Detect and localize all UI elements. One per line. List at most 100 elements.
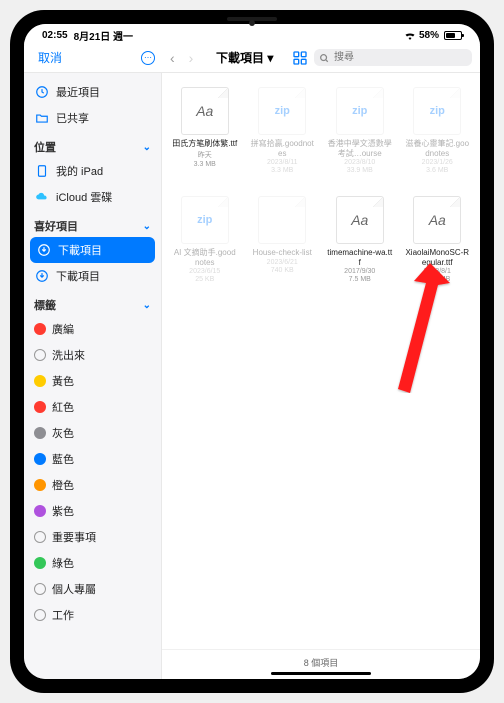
file-size: 25 KB — [195, 276, 214, 283]
file-date: 2023/6/21 — [267, 259, 298, 266]
tag-label: 橙色 — [52, 477, 74, 493]
sidebar[interactable]: 最近項目 已共享 位置 ⌄ 我的 iPad — [24, 73, 162, 679]
tag-dot-icon — [34, 479, 46, 491]
file-item[interactable]: zip拼寫拾贏.goodnotes2023/8/113.3 MB — [246, 87, 320, 192]
grid-view-icon[interactable] — [292, 50, 308, 66]
sidebar-item-shared[interactable]: 已共享 — [24, 105, 161, 131]
file-name: 拼寫拾贏.goodnotes — [249, 139, 315, 158]
ipad-icon — [34, 163, 50, 179]
file-date: 2017/9/30 — [344, 268, 375, 275]
tag-label: 藍色 — [52, 451, 74, 467]
sidebar-tag-item[interactable]: 個人專屬 — [24, 576, 161, 602]
file-name: XiaolaiMonoSC-Regular.ttf — [404, 248, 470, 267]
sidebar-item-recent[interactable]: 最近項目 — [24, 79, 161, 105]
sidebar-tag-item[interactable]: 灰色 — [24, 420, 161, 446]
sidebar-tag-item[interactable]: 橙色 — [24, 472, 161, 498]
tag-label: 洗出來 — [52, 347, 85, 363]
tag-label: 紫色 — [52, 503, 74, 519]
file-name: AI 文摘助手.goodnotes — [172, 248, 238, 267]
file-item[interactable]: 田氏方笔刷体繁.ttf昨天3.3 MB — [168, 87, 242, 192]
sidebar-item-downloads-active[interactable]: 下載項目 — [30, 237, 155, 263]
sidebar-item-label: 已共享 — [56, 110, 89, 126]
file-size: 740 KB — [271, 267, 294, 274]
sidebar-item-label: 下載項目 — [56, 268, 100, 284]
sidebar-tag-item[interactable]: 廣編 — [24, 316, 161, 342]
status-time: 02:55 — [42, 30, 68, 41]
sidebar-tag-item[interactable]: 紅色 — [24, 394, 161, 420]
tag-dot-icon — [34, 323, 46, 335]
tag-label: 綠色 — [52, 555, 74, 571]
font-file-icon — [336, 196, 384, 244]
tag-dot-icon — [34, 349, 46, 361]
sidebar-item-icloud[interactable]: iCloud 雲碟 — [24, 184, 161, 210]
tag-label: 灰色 — [52, 425, 74, 441]
chevron-down-icon: ⌄ — [143, 142, 151, 153]
file-date: 2023/8/1 — [424, 268, 451, 275]
tag-label: 重要事項 — [52, 529, 96, 545]
clock-icon — [34, 84, 50, 100]
sidebar-tag-item[interactable]: 洗出來 — [24, 342, 161, 368]
tag-dot-icon — [34, 583, 46, 595]
file-date: 2023/8/11 — [267, 159, 298, 166]
font-file-icon — [413, 196, 461, 244]
tag-dot-icon — [34, 401, 46, 413]
battery-percent: 58% — [419, 30, 439, 41]
sidebar-tag-item[interactable]: 黃色 — [24, 368, 161, 394]
download-icon — [34, 268, 50, 284]
tag-dot-icon — [34, 453, 46, 465]
sidebar-tag-item[interactable]: 藍色 — [24, 446, 161, 472]
files-app: 取消 ⋯ ‹ › 下載項目 ▾ 最近項目 — [24, 45, 480, 679]
status-bar: 02:55 8月21日 週一 58% — [24, 24, 480, 45]
sidebar-tag-item[interactable]: 工作 — [24, 602, 161, 628]
tag-label: 個人專屬 — [52, 581, 96, 597]
sidebar-tag-item[interactable]: 綠色 — [24, 550, 161, 576]
file-name: 滋養心靈筆記.goodnotes — [404, 139, 470, 158]
tag-label: 工作 — [52, 607, 74, 623]
page-title[interactable]: 下載項目 ▾ — [203, 49, 286, 66]
more-button[interactable]: ⋯ — [140, 50, 156, 66]
file-item[interactable]: zip香港中學文憑數學考試…ourse2023/8/1033.9 MB — [323, 87, 397, 192]
tag-label: 廣編 — [52, 321, 74, 337]
camera-dot — [249, 20, 255, 26]
sidebar-item-ipad[interactable]: 我的 iPad — [24, 158, 161, 184]
file-item[interactable]: timemachine-wa.ttf2017/9/307.5 MB — [323, 196, 397, 301]
file-size: 3.6 MB — [426, 167, 448, 174]
folder-shared-icon — [34, 110, 50, 126]
file-item[interactable]: zip滋養心靈筆記.goodnotes2023/1/263.6 MB — [401, 87, 475, 192]
content-area: 最近項目 已共享 位置 ⌄ 我的 iPad — [24, 73, 480, 679]
back-button[interactable]: ‹ — [166, 50, 179, 66]
home-indicator[interactable] — [271, 672, 371, 675]
cancel-button[interactable]: 取消 — [38, 49, 62, 66]
zip-file-icon: zip — [336, 87, 384, 135]
battery-icon — [444, 31, 462, 40]
main-panel: 田氏方笔刷体繁.ttf昨天3.3 MBzip拼寫拾贏.goodnotes2023… — [162, 73, 480, 679]
file-item[interactable]: XiaolaiMonoSC-Regular.ttf2023/8/121.9 MB — [401, 196, 475, 301]
file-size: 3.3 MB — [194, 161, 216, 168]
file-date: 2023/8/10 — [344, 159, 375, 166]
file-size: 33.9 MB — [347, 167, 373, 174]
file-name: House-check-list — [253, 248, 312, 258]
tag-dot-icon — [34, 427, 46, 439]
sidebar-item-label: iCloud 雲碟 — [56, 189, 112, 205]
tag-dot-icon — [34, 375, 46, 387]
sidebar-section-favorites[interactable]: 喜好項目 ⌄ — [24, 210, 161, 237]
tag-dot-icon — [34, 609, 46, 621]
sidebar-section-locations[interactable]: 位置 ⌄ — [24, 131, 161, 158]
chevron-down-icon: ⌄ — [143, 221, 151, 232]
forward-button[interactable]: › — [185, 50, 198, 66]
file-item[interactable]: zipAI 文摘助手.goodnotes2023/6/1525 KB — [168, 196, 242, 301]
sidebar-item-downloads[interactable]: 下載項目 — [24, 263, 161, 289]
sidebar-section-tags[interactable]: 標籤 ⌄ — [24, 289, 161, 316]
cloud-icon — [34, 189, 50, 205]
search-input[interactable] — [314, 49, 472, 66]
file-name: timemachine-wa.ttf — [327, 248, 393, 267]
zip-file-icon: zip — [413, 87, 461, 135]
zip-file-icon: zip — [258, 87, 306, 135]
file-date: 昨天 — [198, 150, 212, 160]
status-date: 8月21日 週一 — [74, 28, 133, 43]
sidebar-tag-item[interactable]: 紫色 — [24, 498, 161, 524]
sidebar-tag-item[interactable]: 重要事項 — [24, 524, 161, 550]
tag-dot-icon — [34, 557, 46, 569]
sidebar-item-label: 下載項目 — [58, 242, 102, 258]
file-item[interactable]: House-check-list2023/6/21740 KB — [246, 196, 320, 301]
